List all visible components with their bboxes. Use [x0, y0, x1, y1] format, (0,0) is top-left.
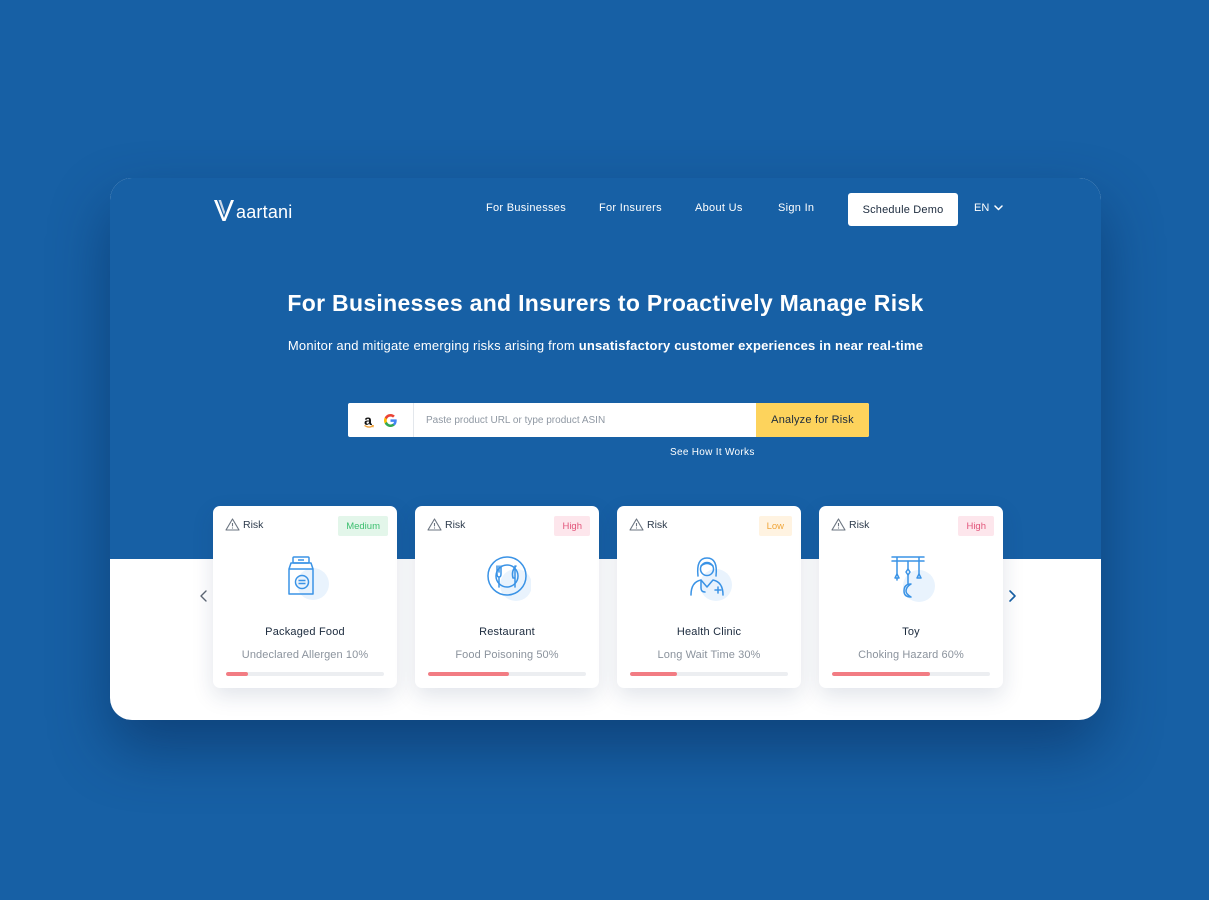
risk-text: Risk	[243, 518, 264, 531]
risk-level-badge: High	[958, 516, 994, 536]
toy-mobile-icon	[891, 556, 935, 602]
card-illustration	[415, 554, 599, 614]
warning-icon	[427, 518, 442, 531]
risk-label: Risk	[831, 518, 869, 531]
card-hazard: Choking Hazard 60%	[858, 649, 964, 661]
risk-progress-fill	[832, 672, 930, 676]
source-icons: a	[348, 403, 414, 437]
warning-icon	[225, 518, 240, 531]
risk-progress-fill	[630, 672, 678, 676]
risk-card-restaurant[interactable]: Risk High Restaurant Food Poisoning 50%	[415, 506, 599, 688]
card-category: Restaurant	[479, 626, 535, 638]
logo-v-icon	[214, 200, 234, 221]
see-how-it-works-link[interactable]: See How It Works	[670, 447, 755, 458]
risk-text: Risk	[849, 518, 870, 531]
risk-text: Risk	[647, 518, 668, 531]
nav-for-businesses[interactable]: For Businesses	[486, 202, 566, 214]
product-url-input[interactable]	[414, 403, 756, 437]
card-category: Packaged Food	[265, 626, 345, 638]
brand-name: aartani	[236, 202, 293, 222]
risk-progress-fill	[428, 672, 509, 676]
hero-section: aartani For Businesses For Insurers Abou…	[110, 178, 1101, 559]
warning-icon	[629, 518, 644, 531]
risk-level-badge: Low	[758, 516, 792, 536]
page-subtitle: Monitor and mitigate emerging risks aris…	[110, 338, 1101, 353]
card-illustration	[819, 554, 1003, 614]
language-label: EN	[974, 202, 990, 214]
google-icon[interactable]	[383, 413, 397, 427]
risk-level-badge: Medium	[338, 516, 388, 536]
subtitle-emphasis: unsatisfactory customer experiences in n…	[578, 338, 924, 353]
card-category: Health Clinic	[676, 626, 742, 638]
warning-icon	[831, 518, 846, 531]
risk-card-packaged-food[interactable]: Risk Medium Packaged Food Undeclared All…	[213, 506, 397, 688]
risk-progress-bar	[832, 672, 990, 676]
card-hazard: Undeclared Allergen 10%	[241, 649, 369, 661]
card-illustration	[213, 554, 397, 614]
risk-label: Risk	[225, 518, 263, 531]
analyze-for-risk-button[interactable]: Analyze for Risk	[756, 403, 869, 437]
app-window: aartani For Businesses For Insurers Abou…	[110, 178, 1101, 720]
risk-progress-bar	[226, 672, 384, 676]
nav-sign-in[interactable]: Sign In	[778, 202, 814, 214]
risk-label: Risk	[427, 518, 465, 531]
carousel-next-arrow-icon[interactable]	[1005, 588, 1019, 604]
risk-card-health-clinic[interactable]: Risk Low Health Clinic Long Wait Time 30…	[617, 506, 801, 688]
risk-progress-bar	[428, 672, 586, 676]
restaurant-icon	[487, 556, 531, 601]
packaged-food-icon	[288, 556, 329, 600]
product-search-bar: a Analyze for Risk	[348, 403, 869, 437]
card-hazard: Food Poisoning 50%	[455, 649, 559, 661]
page-title: For Businesses and Insurers to Proactive…	[287, 290, 924, 316]
chevron-down-icon	[994, 205, 1004, 211]
risk-text: Risk	[445, 518, 466, 531]
nav-for-insurers[interactable]: For Insurers	[599, 202, 662, 214]
doctor-icon	[690, 557, 732, 601]
card-illustration	[617, 554, 801, 614]
card-category: Toy	[902, 626, 920, 638]
schedule-demo-button[interactable]: Schedule Demo	[848, 193, 958, 226]
language-selector[interactable]: EN	[974, 202, 1004, 214]
card-hazard: Long Wait Time 30%	[657, 649, 761, 661]
risk-card-toy[interactable]: Risk High Toy Choking Hazard 60%	[819, 506, 1003, 688]
carousel-prev-arrow-icon[interactable]	[197, 588, 211, 604]
risk-level-badge: High	[554, 516, 590, 536]
subtitle-text: Monitor and mitigate emerging risks aris…	[287, 338, 579, 353]
risk-progress-bar	[630, 672, 788, 676]
nav-about-us[interactable]: About Us	[695, 202, 743, 214]
logo[interactable]: aartani	[213, 196, 292, 222]
risk-progress-fill	[226, 672, 249, 676]
risk-label: Risk	[629, 518, 667, 531]
amazon-icon[interactable]: a	[364, 413, 375, 428]
